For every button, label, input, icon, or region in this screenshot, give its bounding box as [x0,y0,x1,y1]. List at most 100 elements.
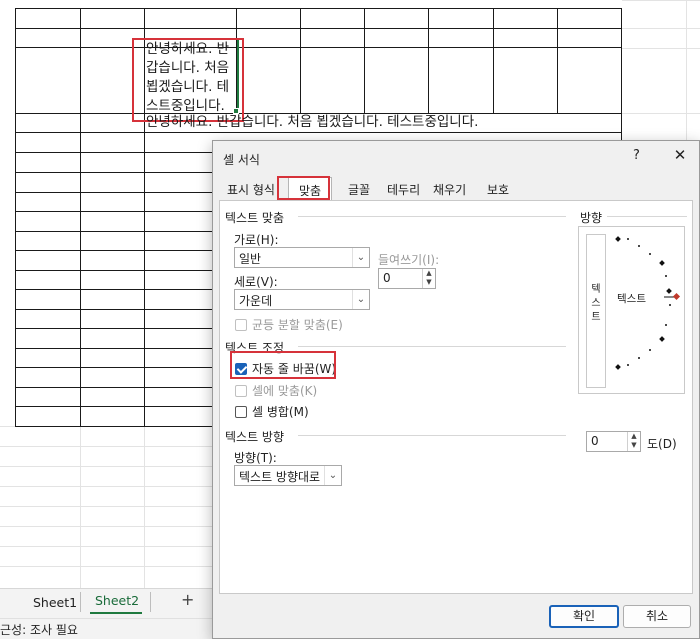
gridline [622,28,700,29]
border-line [15,289,213,290]
tab-number[interactable]: 표시 형식 [227,181,275,198]
checkbox-box [235,318,247,331]
group-divider [298,216,566,217]
vertical-text-char: 트 [591,312,601,323]
border-line [15,8,16,426]
highlight-box-alignment-tab [277,176,330,200]
add-sheet-button[interactable]: + [181,590,194,609]
chevron-down-icon: ⌄ [352,248,369,267]
distributed-label: 균등 분할 맞춤(E) [252,318,343,332]
vertical-text-char: 텍 [591,284,601,295]
gridline [686,0,687,140]
orientation-control[interactable]: 텍 스 트 텍스트 [578,226,685,394]
tab-separator [150,592,151,612]
distributed-checkbox[interactable]: 균등 분할 맞춤(E) [235,316,343,333]
close-icon[interactable]: ✕ [669,145,691,165]
gridline [144,426,145,588]
border-line [15,231,213,232]
checkbox-box [235,405,247,418]
vertical-text-button[interactable]: 텍 스 트 [586,234,606,388]
vertical-select[interactable]: 가운데 ⌄ [234,289,370,310]
tab-separator [80,592,81,612]
highlight-box-wrapped-cell [132,38,244,122]
vertical-label: 세로(V): [234,275,278,289]
sheet-tab-sheet1[interactable]: Sheet1 [33,595,77,610]
border-line [15,250,213,251]
indent-value: 0 [383,271,391,285]
group-divider [607,216,687,217]
ok-button[interactable]: 확인 [549,605,619,628]
status-text: 근성: 조사 필요 [0,623,78,637]
border-line [15,172,213,173]
gridline [80,426,81,588]
indent-label: 들여쓰기(I): [378,253,440,267]
border-line [364,8,365,113]
indent-spinner[interactable]: 0 ▲ ▼ [378,268,436,289]
group-divider [298,435,566,436]
border-line [15,28,622,29]
vertical-text-char: 스 [591,298,601,309]
horizontal-value: 일반 [239,252,262,266]
sheet-tab-sheet2[interactable]: Sheet2 [95,593,139,608]
orientation-dial[interactable] [607,227,685,393]
border-line [15,211,213,212]
group-divider [298,346,566,347]
overflow-cell-text[interactable]: 안녕하세요. 반갑습니다. 처음 뵙겠습니다. 테스트중입니다. [146,113,478,132]
border-line [15,152,213,153]
border-line [15,309,213,310]
border-line [80,8,81,426]
degrees-spinner[interactable]: 0 ▲ ▼ [586,431,641,452]
shrink-to-fit-checkbox[interactable]: 셀에 맞춤(K) [235,382,317,399]
direction-select[interactable]: 텍스트 방향대로 ⌄ [234,465,342,486]
alignment-panel: 텍스트 맞춤 가로(H): 일반 ⌄ 들여쓰기(I): 0 ▲ ▼ 세로(V): … [219,200,693,594]
border-line [15,426,213,427]
orientation-group-title: 방향 [580,211,603,225]
gridline [622,0,700,1]
degrees-value: 0 [591,434,599,448]
horizontal-label: 가로(H): [234,233,279,247]
help-button[interactable]: ? [633,148,640,163]
border-line [300,8,301,113]
direction-label: 방향(T): [234,451,277,465]
cancel-button[interactable]: 취소 [623,605,691,628]
active-tab-indicator [90,612,142,614]
tab-protection[interactable]: 보호 [487,181,509,198]
text-alignment-group-title: 텍스트 맞춤 [225,211,285,225]
checkbox-box [235,384,247,397]
border-line [15,367,213,368]
highlight-box-wrap-text [230,351,336,379]
border-line [15,387,213,388]
border-line [15,348,213,349]
border-line [15,192,213,193]
chevron-down-icon: ⌄ [324,466,341,485]
tab-border[interactable]: 테두리 [387,181,420,198]
border-line [15,270,213,271]
horizontal-text-label: 텍스트 [617,293,646,305]
horizontal-select[interactable]: 일반 ⌄ [234,247,370,268]
spinner-arrows-icon[interactable]: ▲ ▼ [627,432,640,451]
border-line [493,8,494,113]
shrink-to-fit-label: 셀에 맞춤(K) [252,384,318,398]
chevron-down-icon: ⌄ [352,290,369,309]
spinner-arrows-icon[interactable]: ▲ ▼ [422,269,435,288]
border-line [15,132,622,133]
degrees-label: 도(D) [647,437,677,451]
text-direction-group-title: 텍스트 방향 [225,430,285,444]
vertical-text-stack: 텍 스 트 [587,283,605,325]
gridline [622,113,700,114]
merge-cells-label: 셀 병합(M) [252,405,309,419]
tab-fill[interactable]: 채우기 [433,181,466,198]
direction-value: 텍스트 방향대로 [239,470,321,484]
border-line [15,328,213,329]
border-line [15,8,622,9]
dial-pointer [672,292,681,301]
merge-cells-checkbox[interactable]: 셀 병합(M) [235,403,309,420]
border-line [15,47,622,48]
vertical-value: 가운데 [239,294,273,308]
format-cells-dialog: 셀 서식 ? ✕ 표시 형식 맞춤 글꼴 테두리 채우기 보호 텍스트 맞춤 가… [212,140,700,639]
border-line [557,8,558,113]
border-line [428,8,429,113]
border-line [15,406,213,407]
dialog-title: 셀 서식 [223,153,260,167]
tab-font[interactable]: 글꼴 [348,181,370,198]
